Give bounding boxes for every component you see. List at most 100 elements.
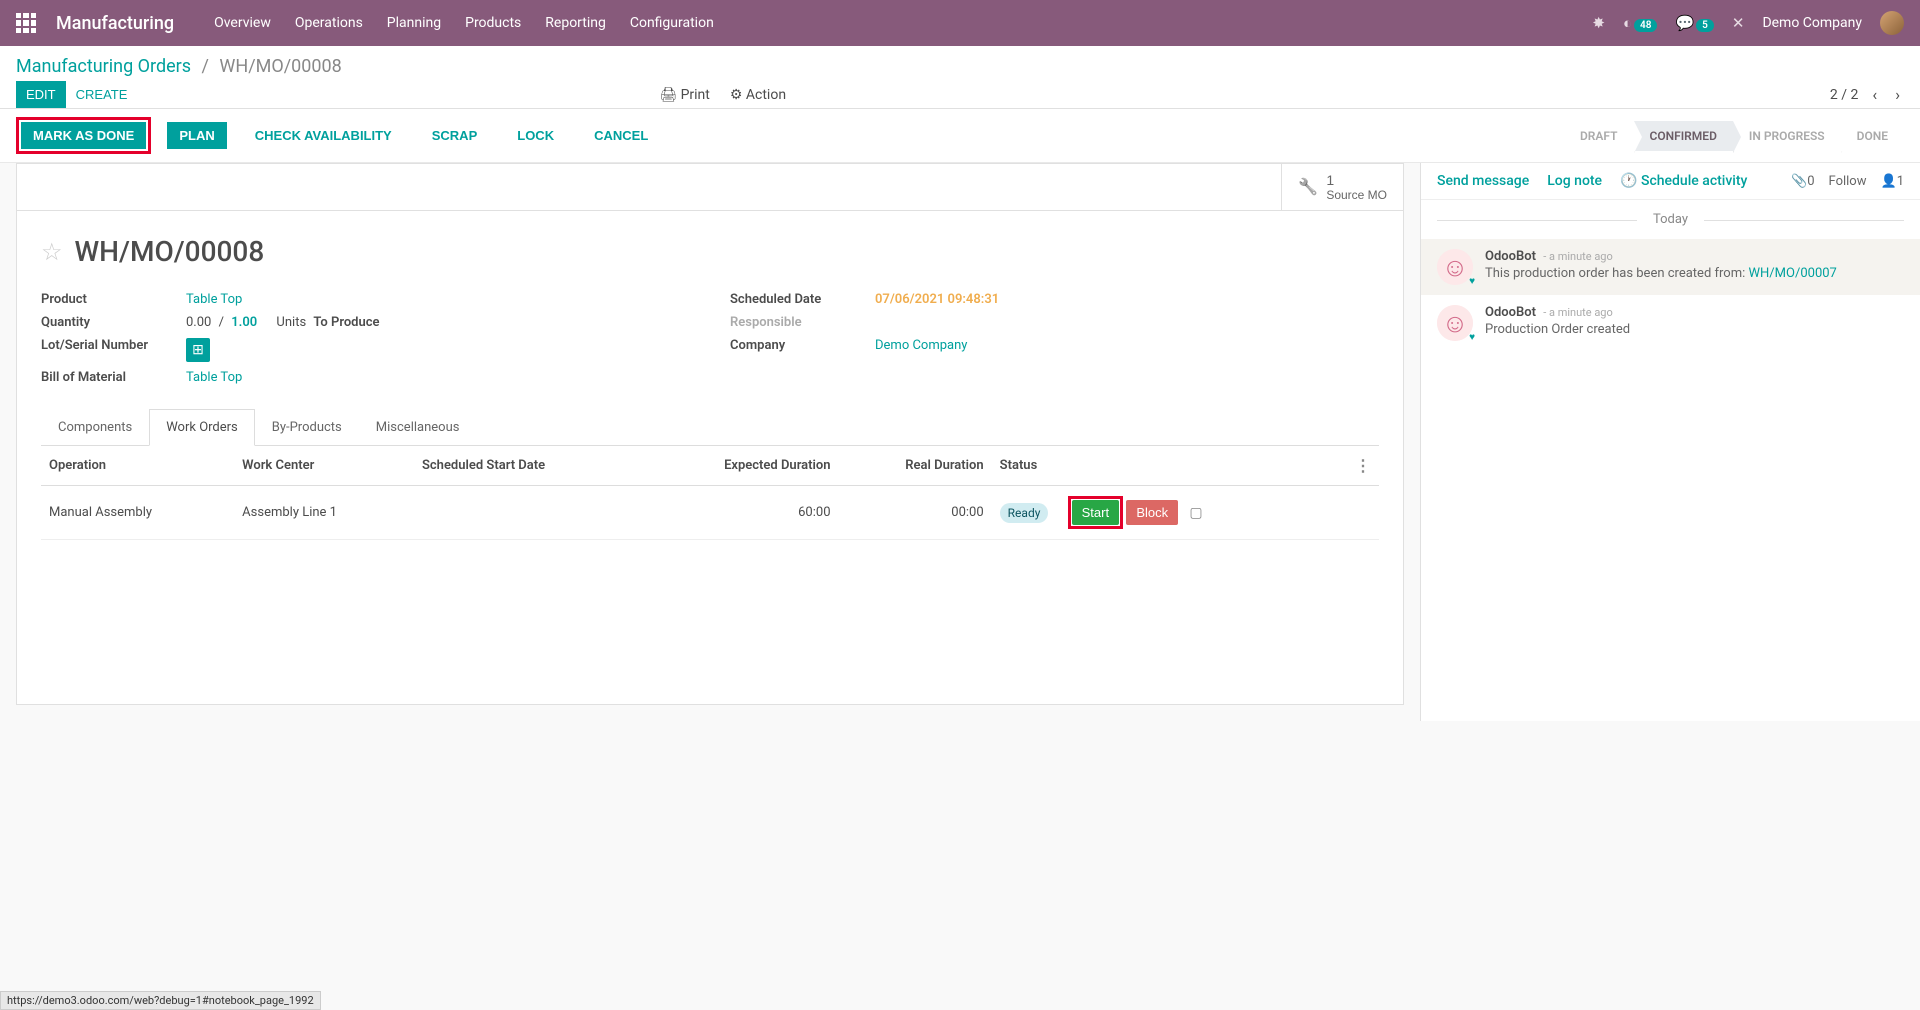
action-bar: MARK AS DONE PLAN CHECK AVAILABILITY SCR… [0,109,1920,163]
breadcrumb-current: WH/MO/00008 [219,56,341,77]
bug-icon[interactable]: ✸ [1592,14,1605,32]
stat-label: Source MO [1326,188,1387,202]
highlight-start: Start [1068,496,1123,529]
menu-configuration[interactable]: Configuration [630,15,714,31]
page-head: Manufacturing Orders / WH/MO/00008 EDIT … [0,46,1920,109]
msg-author: OdooBot [1485,305,1536,320]
tablet-icon[interactable]: ▢ [1189,505,1202,521]
th-real: Real Duration [839,446,992,486]
schedule-label: Schedule activity [1641,173,1747,189]
tab-work-orders[interactable]: Work Orders [149,409,255,446]
table-row[interactable]: Manual Assembly Assembly Line 1 60:00 00… [41,486,1379,540]
follower-count[interactable]: 👤1 [1881,174,1905,189]
browser-status-bar: https://demo3.odoo.com/web?debug=1#noteb… [0,991,321,1010]
pager-prev-icon[interactable]: ‹ [1868,81,1881,108]
breadcrumb-root[interactable]: Manufacturing Orders [16,56,191,77]
status-confirmed[interactable]: CONFIRMED [1634,121,1733,151]
status-done[interactable]: DONE [1841,121,1904,151]
user-avatar[interactable] [1880,11,1904,35]
record-title: WH/MO/00008 [75,235,265,268]
responsible-value [875,315,1379,330]
pager-next-icon[interactable]: › [1891,81,1904,108]
follow-button[interactable]: Follow [1829,174,1867,189]
product-link[interactable]: Table Top [186,292,242,307]
app-title: Manufacturing [56,13,174,34]
create-button[interactable]: CREATE [66,81,138,108]
attach-num: 0 [1807,174,1814,189]
msg-text: Production Order created [1485,322,1904,337]
breadcrumb-sep: / [202,56,209,77]
stat-buttons: 1 Source MO [17,164,1403,211]
block-button[interactable]: Block [1126,500,1178,525]
msg-author: OdooBot [1485,249,1536,264]
status-in-progress[interactable]: IN PROGRESS [1733,121,1841,151]
pager-text: 2 / 2 [1830,87,1858,103]
th-expected: Expected Duration [640,446,839,486]
follower-num: 1 [1897,174,1904,189]
message-item: OdooBot - a minute ago This production o… [1421,239,1920,295]
bot-avatar [1437,249,1473,285]
company-label: Company [730,338,875,362]
status-draft[interactable]: DRAFT [1564,121,1634,151]
tabs: Components Work Orders By-Products Misce… [41,409,1379,446]
company-link[interactable]: Demo Company [875,338,967,353]
menu-overview[interactable]: Overview [214,15,271,31]
clock-icon[interactable]: ◐48 [1623,14,1658,32]
check-availability-button[interactable]: CHECK AVAILABILITY [243,122,404,149]
msg-link[interactable]: WH/MO/00007 [1749,266,1837,281]
add-lot-icon[interactable]: ⊞ [186,338,210,362]
clock-icon-small: 🕐 [1620,173,1637,189]
menu-operations[interactable]: Operations [295,15,363,31]
tab-components[interactable]: Components [41,409,149,445]
action-dropdown[interactable]: ⚙ Action [730,87,786,103]
menu-planning[interactable]: Planning [387,15,441,31]
table-options-icon[interactable]: ⋮ [1355,456,1371,475]
work-orders-table: Operation Work Center Scheduled Start Da… [41,446,1379,540]
schedule-activity-button[interactable]: 🕐 Schedule activity [1620,173,1747,189]
plan-button[interactable]: PLAN [167,122,226,149]
tools-icon[interactable]: ✕ [1732,14,1745,32]
cell-real: 00:00 [839,486,992,540]
th-operation: Operation [41,446,234,486]
th-status: Status [992,446,1347,486]
cell-expected: 60:00 [640,486,839,540]
person-icon: 👤 [1881,174,1897,189]
message-item: OdooBot - a minute ago Production Order … [1421,295,1920,351]
source-mo-stat-button[interactable]: 1 Source MO [1281,164,1403,210]
bom-label: Bill of Material [41,370,186,385]
status-badge: Ready [1000,503,1049,523]
to-produce-label: To Produce [313,315,379,330]
favorite-star-icon[interactable]: ☆ [41,238,63,266]
msg-text: This production order has been created f… [1485,266,1904,281]
mark-done-button[interactable]: MARK AS DONE [21,122,146,149]
attachment-count[interactable]: 📎0 [1791,174,1815,189]
main-wrap: 1 Source MO ☆ WH/MO/00008 Product Table … [0,163,1920,721]
cell-operation: Manual Assembly [41,486,234,540]
company-switcher[interactable]: Demo Company [1762,15,1862,31]
responsible-label: Responsible [730,315,875,330]
send-message-button[interactable]: Send message [1437,173,1529,189]
th-work-center: Work Center [234,446,414,486]
product-label: Product [41,292,186,307]
lock-button[interactable]: LOCK [505,122,566,149]
print-dropdown[interactable]: 🖨 Print [659,87,710,103]
action-label: Action [746,87,786,103]
clock-badge: 48 [1634,19,1657,32]
bom-link[interactable]: Table Top [186,370,242,385]
qty-total: 1.00 [231,315,257,330]
chat-icon[interactable]: 💬5 [1675,14,1713,32]
chatter: Send message Log note 🕐 Schedule activit… [1420,163,1920,721]
tab-miscellaneous[interactable]: Miscellaneous [359,409,477,445]
apps-icon[interactable] [16,13,36,33]
quantity-value: 0.00 / 1.00 Units To Produce [186,315,690,330]
tab-by-products[interactable]: By-Products [255,409,359,445]
menu-reporting[interactable]: Reporting [545,15,606,31]
status-bar: DRAFT CONFIRMED IN PROGRESS DONE [1564,121,1904,151]
log-note-button[interactable]: Log note [1547,173,1602,189]
start-button[interactable]: Start [1072,500,1119,525]
scrap-button[interactable]: SCRAP [420,122,490,149]
menu-products[interactable]: Products [465,15,521,31]
edit-button[interactable]: EDIT [16,81,66,108]
cancel-button[interactable]: CANCEL [582,122,660,149]
form-sheet: 1 Source MO ☆ WH/MO/00008 Product Table … [16,163,1404,705]
